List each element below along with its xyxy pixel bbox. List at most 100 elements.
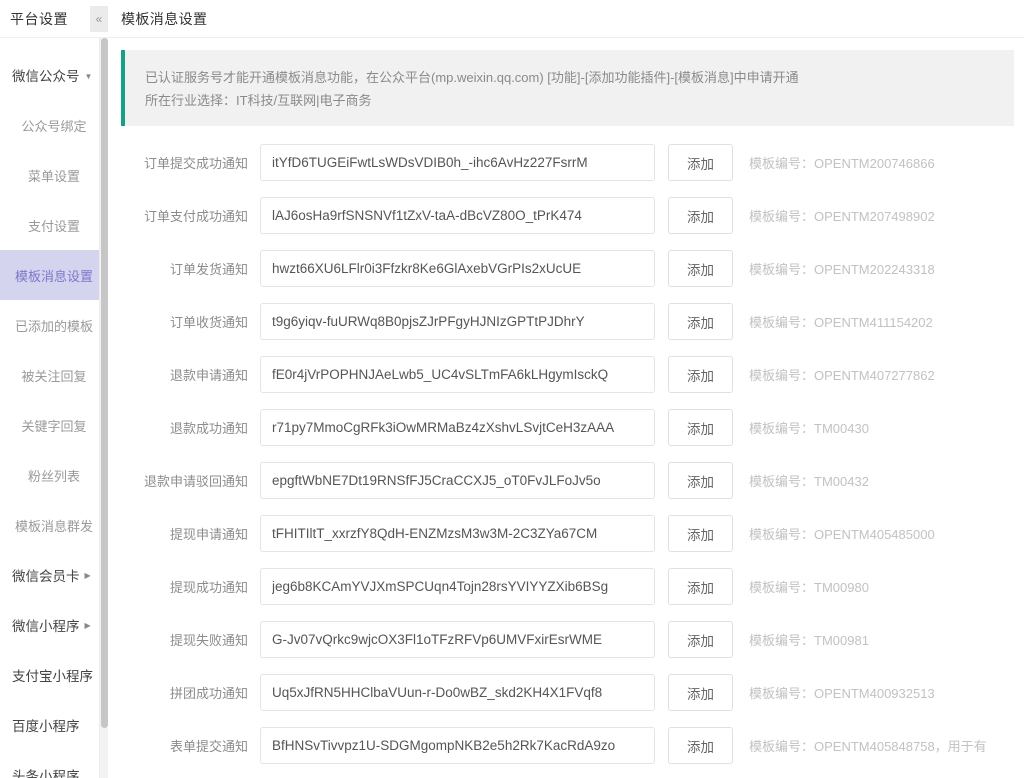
sidebar-scrollbar-thumb[interactable] (101, 38, 108, 728)
add-template-button[interactable]: 添加 (668, 303, 733, 340)
sidebar-item-template-message-settings[interactable]: 模板消息设置 (0, 250, 108, 300)
sidebar-item-fans-list[interactable]: 粉丝列表 (0, 450, 108, 500)
template-row: 提现失败通知 添加 模板编号：TM00981 (121, 613, 1024, 666)
template-row: 退款申请通知 添加 模板编号：OPENTM407277862 (121, 348, 1024, 401)
sidebar-item-official-bind[interactable]: 公众号绑定 (0, 100, 108, 150)
chevron-right-icon: ▶ (84, 620, 91, 630)
template-id-input[interactable] (260, 197, 655, 234)
add-template-button[interactable]: 添加 (668, 674, 733, 711)
add-template-button[interactable]: 添加 (668, 356, 733, 393)
sidebar-group-label: 百度小程序 (12, 719, 80, 734)
sidebar-group-wechat-miniprogram[interactable]: 微信小程序 ▶ (0, 600, 108, 650)
sidebar-item-label: 已添加的模板 (14, 318, 93, 334)
main-content: 模板消息设置 已认证服务号才能开通模板消息功能，在公众平台(mp.weixin.… (108, 0, 1024, 778)
sidebar-item-subscribe-reply[interactable]: 被关注回复 (0, 350, 108, 400)
notice-line-2: 所在行业选择：IT科技/互联网|电子商务 (145, 93, 372, 108)
sidebar-group-label: 头条小程序 (12, 769, 80, 778)
sidebar-title: 平台设置 (10, 10, 68, 27)
template-row-label: 订单提交成功通知 (143, 156, 248, 171)
add-template-button[interactable]: 添加 (668, 250, 733, 287)
main-header: 模板消息设置 (108, 0, 1024, 38)
template-row-label: 订单发货通知 (169, 262, 248, 277)
add-template-button[interactable]: 添加 (668, 462, 733, 499)
template-id-input[interactable] (260, 144, 655, 181)
sidebar-group-label: 微信小程序 (12, 619, 80, 634)
template-id-input[interactable] (260, 303, 655, 340)
sidebar-item-label: 菜单设置 (27, 168, 80, 184)
add-template-button[interactable]: 添加 (668, 727, 733, 764)
template-code-text: 模板编号：OPENTM207498902 (749, 209, 935, 224)
sidebar-item-menu-settings[interactable]: 菜单设置 (0, 150, 108, 200)
add-template-button[interactable]: 添加 (668, 144, 733, 181)
sidebar-group-label: 微信公众号 (12, 69, 80, 84)
template-code-text: 模板编号：OPENTM405848758，用于有 (749, 739, 987, 754)
template-row: 退款申请驳回通知 添加 模板编号：TM00432 (121, 454, 1024, 507)
template-id-input[interactable] (260, 515, 655, 552)
sidebar-menu: 微信公众号 ▼ 公众号绑定菜单设置支付设置模板消息设置已添加的模板 被关注回复关键字回… (0, 38, 108, 778)
template-row-label: 订单收货通知 (169, 315, 248, 330)
template-row: 添加 (121, 772, 1024, 778)
sidebar-item-label: 模板消息群发 (14, 518, 93, 534)
sidebar-scrollbar[interactable] (99, 38, 108, 778)
template-code-text: 模板编号：OPENTM400932513 (749, 686, 935, 701)
template-row: 订单发货通知 添加 模板编号：OPENTM202243318 (121, 242, 1024, 295)
add-template-button[interactable]: 添加 (668, 568, 733, 605)
sidebar-item-label: 粉丝列表 (27, 468, 80, 484)
template-id-input[interactable] (260, 727, 655, 764)
add-template-button[interactable]: 添加 (668, 515, 733, 552)
app-root: 平台设置 « 微信公众号 ▼ 公众号绑定 菜单设置 支付设置 模板消息设置 已添加的模板 被关… (0, 0, 1024, 778)
template-row-label: 提现申请通知 (169, 527, 248, 542)
add-template-button[interactable]: 添加 (668, 621, 733, 658)
chevron-down-icon: ▼ (84, 71, 93, 81)
notice-banner: 已认证服务号才能开通模板消息功能，在公众平台(mp.weixin.qq.com)… (121, 50, 1014, 126)
template-code-text: 模板编号：OPENTM407277862 (749, 368, 935, 383)
sidebar-group-label: 微信会员卡 (12, 569, 80, 584)
template-id-input[interactable] (260, 621, 655, 658)
template-row: 订单支付成功通知 添加 模板编号：OPENTM207498902 (121, 189, 1024, 242)
sidebar: 平台设置 « 微信公众号 ▼ 公众号绑定菜单设置支付设置模板消息设置已添加的模板 被关… (0, 0, 108, 778)
chevron-right-icon: ▶ (84, 570, 91, 580)
sidebar-group-alipay-miniprogram[interactable]: 支付宝小程序 (0, 650, 108, 700)
template-row: 订单收货通知 添加 模板编号：OPENTM411154202 (121, 295, 1024, 348)
template-row-label: 提现成功通知 (169, 580, 248, 595)
template-row: 订单提交成功通知 添加 模板编号：OPENTM200746866 (121, 136, 1024, 189)
template-row-label: 订单支付成功通知 (143, 209, 248, 224)
template-row: 提现成功通知 添加 模板编号：TM00980 (121, 560, 1024, 613)
template-code-text: 模板编号：OPENTM200746866 (749, 156, 935, 171)
template-code-text: 模板编号：TM00430 (749, 421, 869, 436)
template-row: 退款成功通知 添加 模板编号：TM00430 (121, 401, 1024, 454)
sidebar-group-wechat-member-card[interactable]: 微信会员卡 ▶ (0, 550, 108, 600)
sidebar-group-wechat-official[interactable]: 微信公众号 ▼ (0, 50, 108, 100)
add-template-button[interactable]: 添加 (668, 197, 733, 234)
template-code-text: 模板编号：OPENTM405485000 (749, 527, 935, 542)
sidebar-group-label: 支付宝小程序 (12, 669, 93, 684)
template-row-label: 退款成功通知 (169, 421, 248, 436)
template-code-text: 模板编号：TM00980 (749, 580, 869, 595)
template-id-input[interactable] (260, 568, 655, 605)
template-row: 提现申请通知 添加 模板编号：OPENTM405485000 (121, 507, 1024, 560)
sidebar-item-label: 支付设置 (27, 218, 80, 234)
template-id-input[interactable] (260, 674, 655, 711)
sidebar-item-label: 被关注回复 (21, 368, 87, 384)
template-code-text: 模板编号：TM00981 (749, 633, 869, 648)
sidebar-item-label: 公众号绑定 (21, 118, 87, 134)
template-code-text: 模板编号：TM00432 (749, 474, 869, 489)
collapse-sidebar-icon[interactable]: « (90, 5, 108, 32)
template-id-input[interactable] (260, 250, 655, 287)
template-code-text: 模板编号：OPENTM202243318 (749, 262, 935, 277)
sidebar-group-baidu-miniprogram[interactable]: 百度小程序 (0, 700, 108, 750)
sidebar-item-template-message-broadcast[interactable]: 模板消息群发 (0, 500, 108, 550)
template-row-label: 表单提交通知 (169, 739, 248, 754)
template-id-input[interactable] (260, 356, 655, 393)
template-id-input[interactable] (260, 462, 655, 499)
page-title: 模板消息设置 (121, 10, 208, 27)
sidebar-header: 平台设置 « (0, 0, 108, 38)
sidebar-group-toutiao-miniprogram[interactable]: 头条小程序 (0, 750, 108, 778)
template-row: 表单提交通知 添加 模板编号：OPENTM405848758，用于有 (121, 719, 1024, 772)
template-id-input[interactable] (260, 409, 655, 446)
template-row-label: 提现失败通知 (169, 633, 248, 648)
sidebar-item-added-templates[interactable]: 已添加的模板 (0, 300, 108, 350)
sidebar-item-keyword-reply[interactable]: 关键字回复 (0, 400, 108, 450)
sidebar-item-payment-settings[interactable]: 支付设置 (0, 200, 108, 250)
add-template-button[interactable]: 添加 (668, 409, 733, 446)
